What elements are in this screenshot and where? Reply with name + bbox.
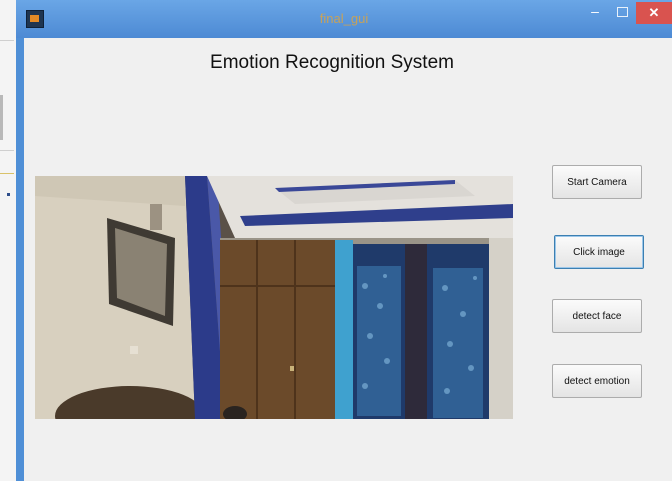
detect-emotion-button[interactable]: detect emotion	[552, 364, 642, 398]
close-button[interactable]: ✕	[636, 2, 672, 24]
click-image-button[interactable]: Click image	[554, 235, 644, 269]
background-divider	[0, 150, 14, 151]
background-dot	[7, 193, 10, 196]
background-desktop	[0, 0, 16, 481]
background-edge	[0, 95, 3, 140]
detect-face-button[interactable]: detect face	[552, 299, 642, 333]
camera-preview	[35, 176, 513, 419]
camera-frame-image	[35, 176, 513, 419]
page-title: Emotion Recognition System	[210, 52, 454, 73]
window-title: final_gui	[319, 11, 369, 26]
start-camera-button[interactable]: Start Camera	[552, 165, 642, 199]
app-window: final_gui – ✕ Emotion Recognition System	[16, 0, 672, 481]
figure-client-area: Emotion Recognition System Start Camera …	[24, 38, 672, 481]
background-divider	[0, 173, 14, 174]
minimize-button[interactable]: –	[584, 4, 606, 22]
maximize-button[interactable]	[611, 4, 633, 22]
title-bar[interactable]: final_gui – ✕	[16, 0, 672, 38]
background-divider	[0, 40, 14, 41]
